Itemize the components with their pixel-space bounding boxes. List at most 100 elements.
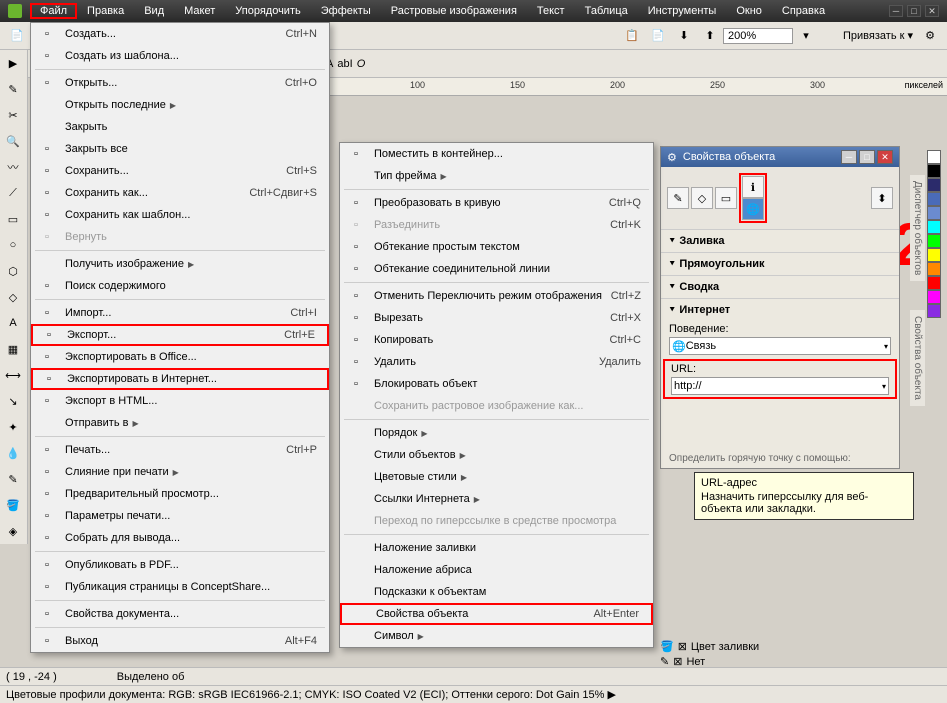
menu-arrange[interactable]: Упорядочить xyxy=(225,3,310,19)
behavior-combo[interactable]: 🌐 Связь ▾ xyxy=(669,337,891,355)
copy-icon[interactable]: 📋 xyxy=(620,24,644,48)
file-menu-item[interactable]: ▫Печать...Ctrl+P xyxy=(31,439,329,461)
context-menu-item[interactable]: Сохранить растровое изображение как... xyxy=(340,395,653,417)
text-tool-icon[interactable]: A xyxy=(0,310,26,336)
context-menu-item[interactable]: ▫Поместить в контейнер... xyxy=(340,143,653,165)
options-icon[interactable]: ⚙ xyxy=(918,24,942,48)
text-abi-icon[interactable]: abI xyxy=(337,58,352,70)
file-menu-item[interactable]: ▫Собрать для вывода... xyxy=(31,527,329,549)
file-menu-item[interactable]: ▫Опубликовать в PDF... xyxy=(31,554,329,576)
file-menu-item[interactable]: ▫Сохранить как шаблон... xyxy=(31,204,329,226)
no-fill-icon[interactable]: ⊠ xyxy=(678,640,687,653)
context-menu-item[interactable]: ▫ВырезатьCtrl+X xyxy=(340,307,653,329)
new-icon[interactable]: 📄 xyxy=(5,24,29,48)
close-button[interactable]: ✕ xyxy=(925,5,939,17)
context-menu-item[interactable]: Порядок xyxy=(340,422,653,444)
color-swatch[interactable] xyxy=(927,248,941,262)
file-menu-item[interactable]: ▫Поиск содержимого xyxy=(31,275,329,297)
context-menu-item[interactable]: ▫Блокировать объект xyxy=(340,373,653,395)
color-swatch[interactable] xyxy=(927,178,941,192)
file-menu-item[interactable]: Закрыть xyxy=(31,116,329,138)
file-menu-item[interactable]: ▫Предварительный просмотр... xyxy=(31,483,329,505)
context-menu-item[interactable]: ▫Обтекание соединительной линии xyxy=(340,258,653,280)
zoom-dropdown-icon[interactable]: ▾ xyxy=(794,24,818,48)
context-menu-item[interactable]: Наложение абриса xyxy=(340,559,653,581)
panel-close-button[interactable]: ✕ xyxy=(877,150,893,164)
tab-outline-icon[interactable]: ✎ xyxy=(667,187,689,209)
interactive-fill-icon[interactable]: ◈ xyxy=(0,518,26,544)
context-menu-item[interactable]: ▫РазъединитьCtrl+K xyxy=(340,214,653,236)
panel-titlebar[interactable]: ⚙ Свойства объекта ─ □ ✕ xyxy=(661,147,899,167)
color-swatch[interactable] xyxy=(927,262,941,276)
color-swatch[interactable] xyxy=(927,164,941,178)
context-menu-item[interactable]: Символ xyxy=(340,625,653,647)
section-fill[interactable]: Заливка xyxy=(661,229,899,252)
menu-view[interactable]: Вид xyxy=(134,3,174,19)
menu-edit[interactable]: Правка xyxy=(77,3,134,19)
freehand-tool-icon[interactable]: 〰 xyxy=(0,154,26,180)
menu-text[interactable]: Текст xyxy=(527,3,575,19)
file-menu-item[interactable]: ▫Сохранить...Ctrl+S xyxy=(31,160,329,182)
file-menu-item[interactable]: ▫Импорт...Ctrl+I xyxy=(31,302,329,324)
file-menu-item[interactable]: ▫Экспорт в HTML... xyxy=(31,390,329,412)
context-menu-item[interactable]: ▫УдалитьУдалить xyxy=(340,351,653,373)
section-summary[interactable]: Сводка xyxy=(661,275,899,298)
context-menu-item[interactable]: ▫КопироватьCtrl+C xyxy=(340,329,653,351)
file-menu-item[interactable]: ▫Создать из шаблона... xyxy=(31,45,329,67)
menu-help[interactable]: Справка xyxy=(772,3,835,19)
menu-file[interactable]: Файл xyxy=(30,3,77,19)
file-menu-item[interactable]: ▫Создать...Ctrl+N xyxy=(31,23,329,45)
context-menu-item[interactable]: Наложение заливки xyxy=(340,537,653,559)
context-menu-item[interactable]: ▫Отменить Переключить режим отображенияC… xyxy=(340,285,653,307)
crop-tool-icon[interactable]: ✂ xyxy=(0,102,26,128)
tab-summary-icon[interactable]: ℹ xyxy=(742,176,764,198)
section-rectangle[interactable]: Прямоугольник xyxy=(661,252,899,275)
connector-tool-icon[interactable]: ↘ xyxy=(0,388,26,414)
context-menu-item[interactable]: Ссылки Интернета xyxy=(340,488,653,510)
rect-tool-icon[interactable]: ▭ xyxy=(0,206,26,232)
basic-shapes-icon[interactable]: ◇ xyxy=(0,284,26,310)
file-menu-item[interactable]: ▫Публикация страницы в ConceptShare... xyxy=(31,576,329,598)
outline-tool-icon[interactable]: ✎ xyxy=(0,466,26,492)
menu-table[interactable]: Таблица xyxy=(575,3,638,19)
context-menu-item[interactable]: Переход по гиперссылке в средстве просмо… xyxy=(340,510,653,532)
color-swatch[interactable] xyxy=(927,276,941,290)
menu-effects[interactable]: Эффекты xyxy=(311,3,381,19)
context-menu-item[interactable]: Цветовые стили xyxy=(340,466,653,488)
menu-bitmaps[interactable]: Растровые изображения xyxy=(381,3,527,19)
ellipse-tool-icon[interactable]: ○ xyxy=(0,232,26,258)
import-icon[interactable]: ⬇ xyxy=(672,24,696,48)
tab-internet-icon[interactable]: 🌐 xyxy=(742,198,764,220)
file-menu-item[interactable]: ▫Экспорт...Ctrl+E xyxy=(31,324,329,346)
section-internet[interactable]: Интернет xyxy=(661,298,899,321)
file-menu-item[interactable]: Открыть последние xyxy=(31,94,329,116)
file-menu-item[interactable]: ▫Сохранить как...Ctrl+Сдвиг+S xyxy=(31,182,329,204)
shape-tool-icon[interactable]: ✎ xyxy=(0,76,26,102)
color-swatch[interactable] xyxy=(927,220,941,234)
polygon-tool-icon[interactable]: ⬡ xyxy=(0,258,26,284)
maximize-button[interactable]: □ xyxy=(907,5,921,17)
url-input[interactable]: http:// ▾ xyxy=(671,377,889,395)
file-menu-item[interactable]: Отправить в xyxy=(31,412,329,434)
tab-fill-icon[interactable]: ◇ xyxy=(691,187,713,209)
file-menu-item[interactable]: ▫Параметры печати... xyxy=(31,505,329,527)
color-swatch[interactable] xyxy=(927,150,941,164)
context-menu-item[interactable]: ▫Обтекание простым текстом xyxy=(340,236,653,258)
smart-tool-icon[interactable]: ⟋ xyxy=(0,180,26,206)
file-menu-item[interactable]: ▫Экспортировать в Интернет... xyxy=(31,368,329,390)
tab-transparency-icon[interactable]: ▭ xyxy=(715,187,737,209)
zoom-input[interactable]: 200% xyxy=(723,28,793,44)
outline-o-icon[interactable]: O xyxy=(357,58,366,70)
file-menu-item[interactable]: ▫Слияние при печати xyxy=(31,461,329,483)
table-tool-icon[interactable]: ▦ xyxy=(0,336,26,362)
file-menu-item[interactable]: Получить изображение xyxy=(31,253,329,275)
file-menu-item[interactable]: ▫ВыходAlt+F4 xyxy=(31,630,329,652)
pick-tool-icon[interactable]: ▶ xyxy=(0,50,26,76)
menu-layout[interactable]: Макет xyxy=(174,3,225,19)
docker-label-objprops[interactable]: Свойства объекта xyxy=(910,310,925,406)
file-menu-item[interactable]: ▫Закрыть все xyxy=(31,138,329,160)
color-swatch[interactable] xyxy=(927,290,941,304)
context-menu-item[interactable]: Подсказки к объектам xyxy=(340,581,653,603)
panel-min-button[interactable]: ─ xyxy=(841,150,857,164)
file-menu-item[interactable]: ▫Вернуть xyxy=(31,226,329,248)
